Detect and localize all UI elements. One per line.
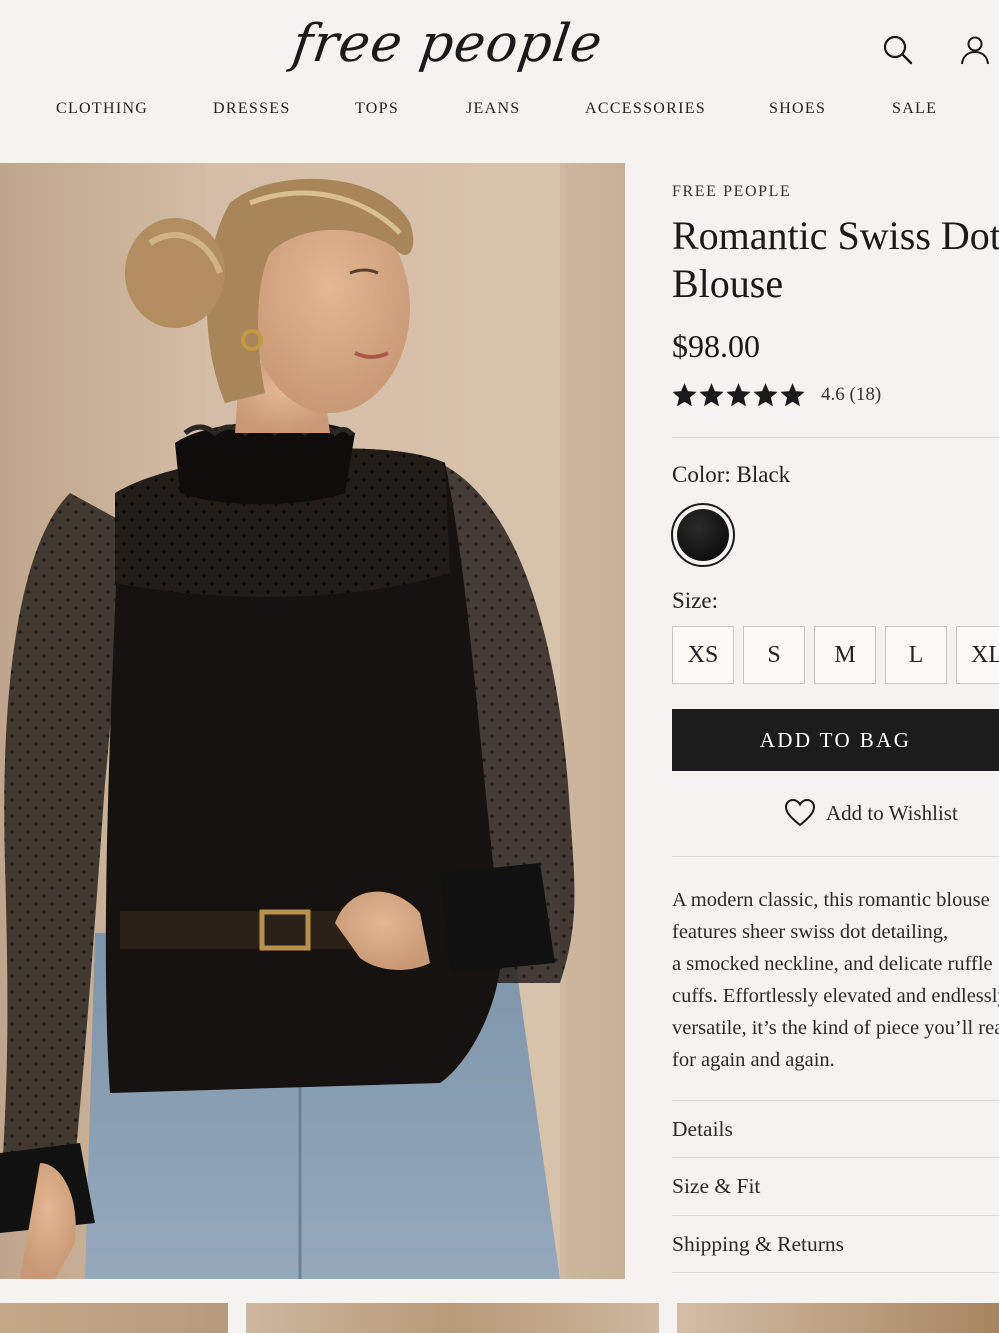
product-rating[interactable]: 4.6 (18) bbox=[672, 381, 881, 409]
main-nav: CLOTHING DRESSES TOPS JEANS ACCESSORIES … bbox=[0, 100, 999, 126]
product-description: A modern classic, this romantic blouse f… bbox=[672, 884, 999, 1076]
description-line: versatile, it’s the kind of piece you’ll… bbox=[672, 1017, 999, 1039]
star-icon bbox=[699, 383, 724, 407]
divider bbox=[672, 856, 999, 857]
search-button[interactable] bbox=[880, 32, 916, 68]
description-line: cuffs. Effortlessly elevated and endless… bbox=[672, 985, 999, 1007]
nav-item-jeans[interactable]: JEANS bbox=[466, 100, 521, 118]
color-swatch-black[interactable] bbox=[671, 503, 735, 567]
star-icon bbox=[672, 383, 697, 407]
product-price: $98.00 bbox=[672, 328, 760, 364]
search-icon bbox=[883, 35, 913, 65]
account-button[interactable] bbox=[957, 32, 993, 68]
divider bbox=[672, 1272, 999, 1273]
description-line: a smocked neckline, and delicate ruffle bbox=[672, 953, 993, 975]
product-thumbnail[interactable] bbox=[246, 1303, 659, 1333]
rating-stars bbox=[672, 383, 805, 407]
nav-item-accessories[interactable]: ACCESSORIES bbox=[585, 100, 706, 118]
nav-item-sale[interactable]: SALE bbox=[892, 100, 937, 118]
accordion-size-fit[interactable]: Size & Fit bbox=[672, 1158, 999, 1214]
product-main-image[interactable] bbox=[0, 163, 625, 1279]
model-photo bbox=[0, 163, 625, 1279]
color-value: Black bbox=[736, 462, 791, 487]
size-option-m[interactable]: M bbox=[814, 626, 876, 684]
nav-item-dresses[interactable]: DRESSES bbox=[213, 100, 291, 118]
divider bbox=[672, 437, 999, 438]
product-thumbnail[interactable] bbox=[0, 1303, 228, 1333]
size-option-xs[interactable]: XS bbox=[672, 626, 734, 684]
color-label-text: Color: bbox=[672, 462, 731, 487]
description-line: features sheer swiss dot detailing, bbox=[672, 921, 949, 943]
size-option-s[interactable]: S bbox=[743, 626, 805, 684]
logo-text: free people bbox=[289, 14, 607, 74]
accordion-details[interactable]: Details bbox=[672, 1101, 999, 1157]
nav-item-shoes[interactable]: SHOES bbox=[769, 100, 826, 118]
star-icon bbox=[726, 383, 751, 407]
description-line: A modern classic, this romantic blouse bbox=[672, 889, 990, 911]
add-to-bag-button[interactable]: ADD TO BAG bbox=[672, 709, 999, 771]
description-line: for again and again. bbox=[672, 1049, 835, 1071]
rating-text: 4.6 (18) bbox=[821, 384, 882, 405]
product-title: Romantic Swiss Dot Blouse bbox=[672, 213, 999, 306]
product-brand[interactable]: FREE PEOPLE bbox=[672, 183, 791, 201]
star-icon bbox=[753, 383, 778, 407]
color-label: Color: Black bbox=[672, 462, 790, 488]
brand-logo[interactable]: free people bbox=[289, 8, 607, 80]
account-icon bbox=[961, 36, 989, 65]
size-label: Size: bbox=[672, 588, 718, 613]
add-to-wishlist-button[interactable]: Add to Wishlist bbox=[784, 796, 958, 830]
product-thumbnail[interactable] bbox=[677, 1303, 999, 1333]
size-option-xl[interactable]: XL bbox=[956, 626, 999, 684]
nav-item-tops[interactable]: TOPS bbox=[355, 100, 399, 118]
star-icon bbox=[780, 383, 805, 407]
nav-item-clothing[interactable]: CLOTHING bbox=[56, 100, 148, 118]
swatch-fill bbox=[677, 509, 729, 561]
size-option-l[interactable]: L bbox=[885, 626, 947, 684]
wishlist-label: Add to Wishlist bbox=[826, 800, 958, 825]
heart-icon bbox=[784, 798, 816, 827]
accordion-shipping-returns[interactable]: Shipping & Returns bbox=[672, 1216, 999, 1272]
